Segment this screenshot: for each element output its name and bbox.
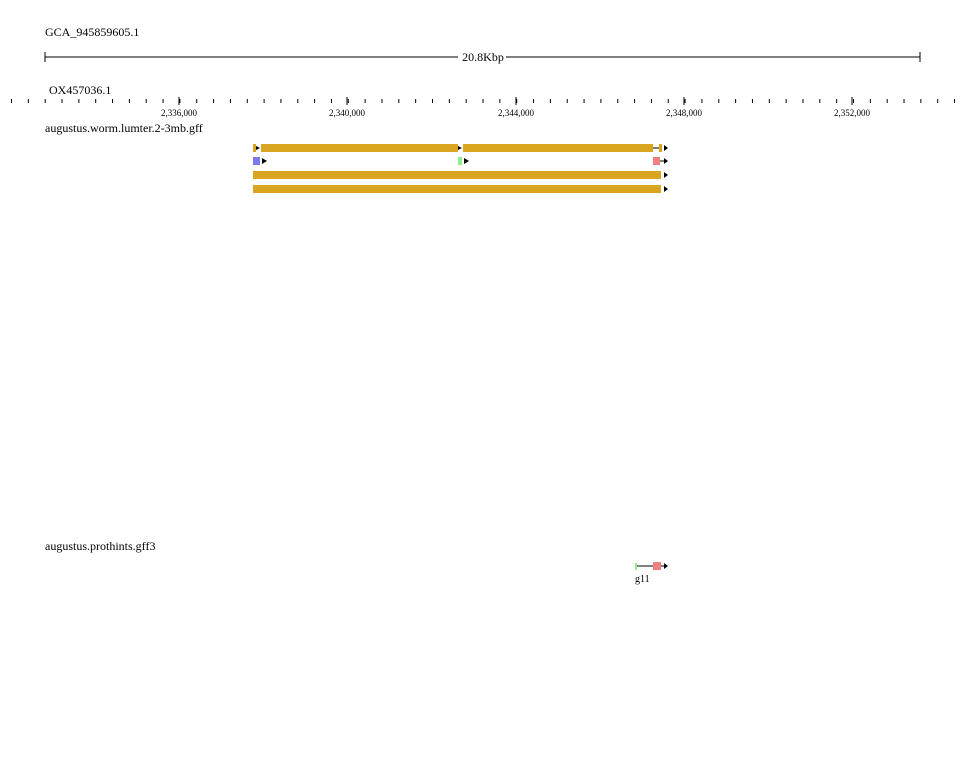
exon — [463, 144, 653, 152]
strand-arrow-icon — [664, 172, 668, 178]
transcript-row-1[interactable] — [253, 144, 668, 152]
span-scale-bar — [44, 52, 921, 62]
strand-arrow-icon — [256, 146, 260, 150]
stop-codon-block — [653, 157, 660, 165]
exon — [659, 144, 662, 152]
transcript-row-3[interactable] — [253, 171, 668, 179]
strand-arrow-icon — [664, 186, 668, 192]
ruler-tick-label: 2,336,000 — [161, 108, 198, 118]
transcript-row-4[interactable] — [253, 185, 668, 193]
exon — [253, 144, 256, 152]
transcript-row-2[interactable] — [253, 157, 668, 165]
start-codon-block — [253, 157, 260, 165]
track-worm-lumter-features[interactable] — [253, 144, 668, 193]
stop-codon-block — [653, 562, 661, 570]
mid-block — [635, 563, 637, 570]
feature-label-g11: g11 — [635, 574, 650, 585]
track-prothints-features[interactable]: g11 — [635, 562, 668, 585]
ruler-tick-label: 2,344,000 — [498, 108, 535, 118]
strand-arrow-icon — [464, 158, 469, 164]
strand-arrow-icon — [262, 158, 267, 164]
strand-arrow-icon — [458, 146, 462, 150]
strand-arrow-icon — [664, 563, 668, 569]
ruler-tick-label: 2,340,000 — [329, 108, 366, 118]
coordinate-ruler: 2,336,000 2,340,000 2,344,000 2,348,000 2,35… — [11, 97, 956, 118]
ruler-tick-label: 2,352,000 — [834, 108, 871, 118]
strand-arrow-icon — [664, 145, 668, 151]
genome-browser-canvas: 2,336,000 2,340,000 2,344,000 2,348,000 2,35… — [11, 52, 956, 585]
exon — [261, 144, 458, 152]
strand-arrow-icon — [664, 158, 668, 164]
mid-block — [458, 157, 462, 165]
gene-block — [253, 171, 661, 179]
gene-block — [253, 185, 661, 193]
ruler-tick-label: 2,348,000 — [666, 108, 703, 118]
